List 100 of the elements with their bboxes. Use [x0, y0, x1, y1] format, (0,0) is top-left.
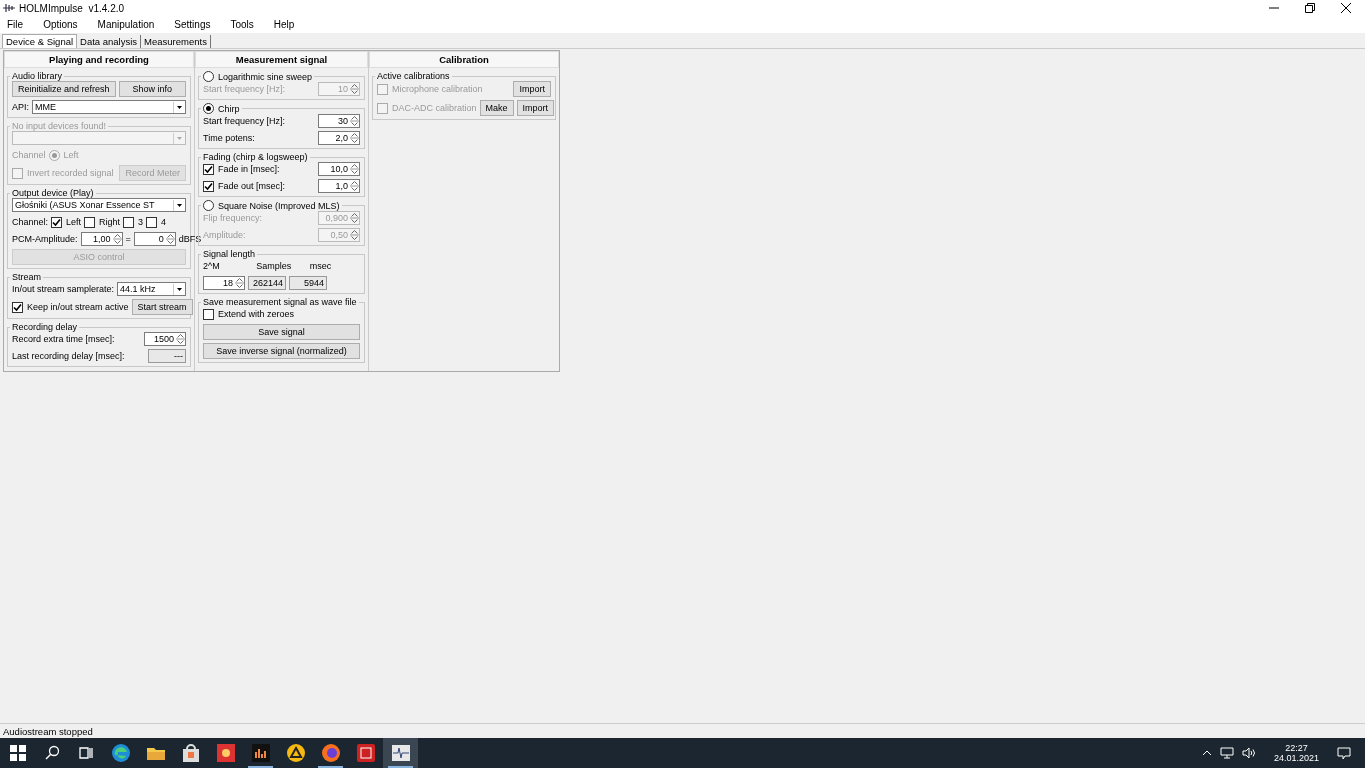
dropdown-arrow-icon[interactable] — [173, 199, 185, 211]
checkbox-label: Fade out [msec]: — [218, 181, 286, 191]
push-button[interactable]: Make — [479, 100, 514, 116]
app-tile-icon — [355, 743, 376, 763]
field-label: Amplitude: — [203, 230, 247, 240]
spin-field[interactable]: 0 — [133, 232, 176, 246]
spin-field[interactable]: 1,00 — [80, 232, 123, 246]
push-button[interactable]: Show info — [118, 81, 186, 97]
search-icon[interactable] — [44, 745, 60, 761]
group-title: Recording delay — [12, 322, 78, 332]
start-icon[interactable] — [10, 745, 26, 761]
spin-arrows-icon[interactable] — [350, 163, 359, 175]
radio-button[interactable] — [203, 200, 214, 211]
restore-icon[interactable] — [1305, 3, 1315, 13]
field-label: Flip frequency: — [203, 213, 264, 223]
checkbox[interactable] — [203, 180, 214, 192]
panel-title: Playing and recording — [4, 51, 194, 68]
push-button[interactable]: Import — [516, 100, 555, 116]
field-label: = — [125, 234, 131, 244]
group-title: Audio library — [12, 71, 63, 81]
spin-field[interactable]: 10,0 — [318, 162, 360, 176]
notification-icon[interactable] — [1337, 746, 1351, 760]
network-icon[interactable] — [1219, 747, 1234, 759]
field-label: 2^M — [203, 261, 221, 271]
push-button[interactable]: Save inverse signal (normalized) — [203, 343, 360, 359]
dropdown-arrow-icon[interactable] — [173, 101, 185, 113]
checkbox[interactable] — [123, 216, 135, 228]
taskbar-button[interactable] — [383, 738, 418, 768]
group-title: Signal length — [203, 249, 256, 259]
panel-title: Calibration — [369, 51, 559, 68]
group-title: No input devices found! — [12, 121, 107, 131]
readonly-field: 5944 — [289, 276, 327, 290]
clock[interactable]: 22:27 24.01.2021 — [1273, 743, 1319, 763]
group-title: Output device (Play) — [12, 188, 94, 198]
tab[interactable]: Device & Signal — [2, 34, 78, 48]
checkbox[interactable] — [203, 163, 214, 175]
spin-field[interactable]: 1500 — [144, 332, 186, 346]
dropdown-arrow-icon[interactable] — [173, 283, 185, 295]
push-button[interactable]: Save signal — [203, 324, 360, 340]
task-view-icon[interactable] — [78, 745, 94, 761]
push-button[interactable]: Import — [513, 81, 551, 97]
spin-arrows-icon[interactable] — [350, 132, 359, 144]
spin-arrows-icon[interactable] — [350, 115, 359, 127]
date-text: 24.01.2021 — [1273, 753, 1319, 763]
group-title: Logarithmic sine sweep — [218, 71, 313, 82]
status-text: Audiostream stopped — [3, 725, 93, 737]
spin-field[interactable]: 2,0 — [318, 131, 360, 145]
checkbox-label: Extend with zeroes — [218, 309, 295, 319]
app-icon — [3, 3, 15, 13]
shopping-bag-icon — [180, 743, 201, 763]
equalizer-icon — [250, 743, 271, 763]
push-button[interactable]: Reinitialize and refresh — [12, 81, 116, 97]
field-label: Samples — [256, 261, 293, 271]
checkbox-label: Right — [99, 217, 121, 227]
radio-button[interactable] — [203, 103, 214, 114]
chevron-up-icon[interactable] — [1201, 749, 1212, 757]
spin-arrows-icon[interactable] — [235, 277, 244, 289]
checkbox[interactable] — [12, 301, 23, 313]
checkbox-label: Fade in [msec]: — [218, 164, 280, 174]
checkbox[interactable] — [84, 216, 96, 228]
field-label: API: — [12, 102, 29, 112]
field-label: Record extra time [msec]: — [12, 334, 116, 344]
spin-field[interactable]: 30 — [318, 114, 360, 128]
menu-item[interactable]: Options — [40, 19, 81, 30]
dropdown[interactable]: 44.1 kHz — [117, 282, 186, 296]
field-label: Last recording delay [msec]: — [12, 351, 126, 361]
spin-arrows-icon[interactable] — [350, 180, 359, 192]
spin-arrows-icon[interactable] — [112, 233, 122, 245]
spin-arrows-icon[interactable] — [176, 333, 185, 345]
close-icon[interactable] — [1341, 3, 1351, 13]
push-button[interactable]: Start stream — [131, 299, 193, 315]
field-label: In/out stream samplerate: — [12, 284, 115, 294]
tab[interactable]: Data analysis — [77, 35, 142, 48]
panel-title: Measurement signal — [195, 51, 368, 68]
menu-item[interactable]: Tools — [227, 19, 257, 30]
checkbox-label: Keep in/out stream active — [27, 302, 129, 312]
group-title: Stream — [12, 272, 41, 282]
field-label: Channel: — [12, 217, 49, 227]
group-title: Active calibrations — [377, 71, 450, 81]
group-title: Square Noise (Improved MLS) — [218, 200, 340, 211]
checkbox[interactable] — [203, 308, 214, 320]
tab[interactable]: Measurements — [141, 35, 211, 48]
menu-item[interactable]: File — [4, 19, 27, 30]
checkbox[interactable] — [146, 216, 158, 228]
field-label: Time potens: — [203, 133, 256, 143]
dropdown[interactable]: Głośniki (ASUS Xonar Essence ST — [12, 198, 186, 212]
field-label: Start frequency [Hz]: — [203, 84, 287, 94]
menu-item[interactable]: Help — [270, 19, 298, 30]
checkbox-label: Microphone calibration — [392, 84, 483, 94]
menu-item[interactable]: Manipulation — [94, 19, 158, 30]
checkbox[interactable] — [51, 216, 63, 228]
menu-item[interactable]: Settings — [171, 19, 214, 30]
spin-field[interactable]: 18 — [203, 276, 245, 290]
radio-button[interactable] — [203, 71, 214, 82]
spin-arrows-icon[interactable] — [165, 233, 175, 245]
spin-field[interactable]: 1,0 — [318, 179, 360, 193]
field-label: Start frequency [Hz]: — [203, 116, 287, 126]
dropdown[interactable]: MME — [32, 100, 186, 114]
speaker-icon[interactable] — [1241, 747, 1256, 759]
checkbox-label: 4 — [161, 217, 167, 227]
